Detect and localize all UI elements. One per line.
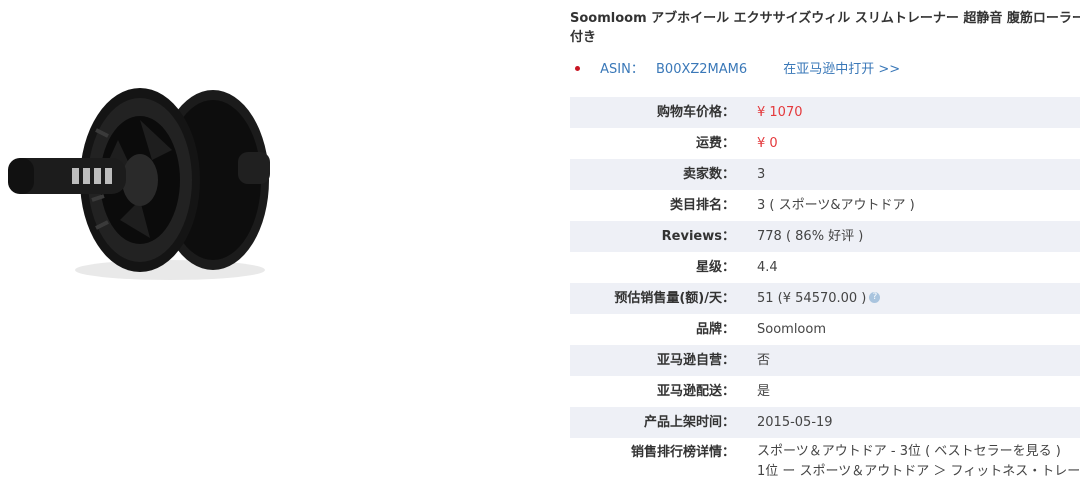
attr-label-seller-count: 卖家数： [682, 167, 735, 182]
product-detail-page: Soomloom アブホイール エクササイズウィル スリムトレーナー 超静音 腹… [0, 0, 1080, 488]
attr-label-cart-price: 购物车价格： [656, 105, 735, 120]
bestseller-line2: 1位 ー スポーツ＆アウトドア ＞ フィットネス・トレーニング [757, 464, 1080, 479]
attr-label-listing-date: 产品上架时间： [643, 415, 735, 430]
ab-wheel-roller-icon [8, 88, 270, 280]
asin-value: B00XZ2MAM6 [656, 62, 748, 77]
asin-label: ASIN： [600, 62, 644, 77]
bestseller-line1: スポーツ＆アウトドア - 3位 ( ベストセラーを見る ) [757, 444, 1061, 459]
table-row: 亚马逊配送： 是 [570, 376, 1080, 407]
product-title-line2: 付き [570, 30, 597, 45]
question-icon[interactable]: ? [869, 292, 881, 303]
attr-label-amazon-fulfilled: 亚马逊配送： [656, 384, 735, 399]
attribute-table: 购物车价格： ¥ 1070 运费： ¥ 0 卖家数： 3 类目排名： 3 ( ス… [570, 97, 1080, 484]
attr-label-shipping: 运费： [695, 136, 735, 151]
table-row: 产品上架时间： 2015-05-19 [570, 407, 1080, 438]
attr-label-amazon-self: 亚马逊自营： [656, 353, 735, 368]
attr-value-listing-date: 2015-05-19 [757, 415, 833, 430]
attr-value-amazon-self: 否 [757, 353, 771, 368]
attr-label-reviews: Reviews： [661, 229, 735, 244]
table-row: 星级： 4.4 [570, 252, 1080, 283]
table-row: 品牌： Soomloom [570, 314, 1080, 345]
attr-value-category-rank: 3 ( スポーツ&アウトドア ) [757, 198, 915, 213]
product-info-panel: Soomloom アブホイール エクササイズウィル スリムトレーナー 超静音 腹… [570, 0, 1080, 488]
attr-value-shipping: ¥ 0 [757, 136, 778, 151]
attr-label-est-sales: 预估销售量(额)/天： [614, 291, 735, 306]
table-row: 销售排行榜详情： スポーツ＆アウトドア - 3位 ( ベストセラーを見る ) 1… [570, 438, 1080, 484]
attr-value-est-sales-wrap: 51 (¥ 54570.00 )? [757, 283, 881, 314]
product-image [0, 70, 290, 300]
attr-value-rating: 4.4 [757, 260, 778, 275]
table-row: 运费： ¥ 0 [570, 128, 1080, 159]
attr-value-cart-price: ¥ 1070 [757, 105, 803, 120]
attr-label-brand: 品牌： [695, 322, 735, 337]
bullet-icon [575, 66, 580, 71]
table-row: 卖家数： 3 [570, 159, 1080, 190]
table-row: 购物车价格： ¥ 1070 [570, 97, 1080, 128]
attr-value-est-sales: 51 (¥ 54570.00 ) [757, 291, 867, 306]
attr-value-reviews: 778 ( 86% 好评 ) [757, 229, 864, 244]
asin-row: ASIN： B00XZ2MAM6 在亚马逊中打开 >> [570, 60, 900, 80]
attr-label-bestseller-detail: 销售排行榜详情： [630, 445, 735, 460]
table-row: 预估销售量(额)/天： 51 (¥ 54570.00 )? [570, 283, 1080, 314]
product-title: Soomloom アブホイール エクササイズウィル スリムトレーナー 超静音 腹… [570, 9, 1080, 47]
attr-value-seller-count: 3 [757, 167, 766, 182]
attr-value-amazon-fulfilled: 是 [757, 384, 771, 399]
open-in-amazon-link[interactable]: 在亚马逊中打开 >> [783, 62, 900, 77]
attr-label-rating: 星级： [695, 260, 735, 275]
attr-value-brand: Soomloom [757, 322, 827, 337]
table-row: 类目排名： 3 ( スポーツ&アウトドア ) [570, 190, 1080, 221]
table-row: Reviews： 778 ( 86% 好评 ) [570, 221, 1080, 252]
product-title-line1: Soomloom アブホイール エクササイズウィル スリムトレーナー 超静音 腹… [570, 11, 1080, 26]
table-row: 亚马逊自营： 否 [570, 345, 1080, 376]
attr-label-category-rank: 类目排名： [669, 198, 735, 213]
attr-value-bestseller-detail: スポーツ＆アウトドア - 3位 ( ベストセラーを見る ) 1位 ー スポーツ＆… [757, 442, 1080, 482]
